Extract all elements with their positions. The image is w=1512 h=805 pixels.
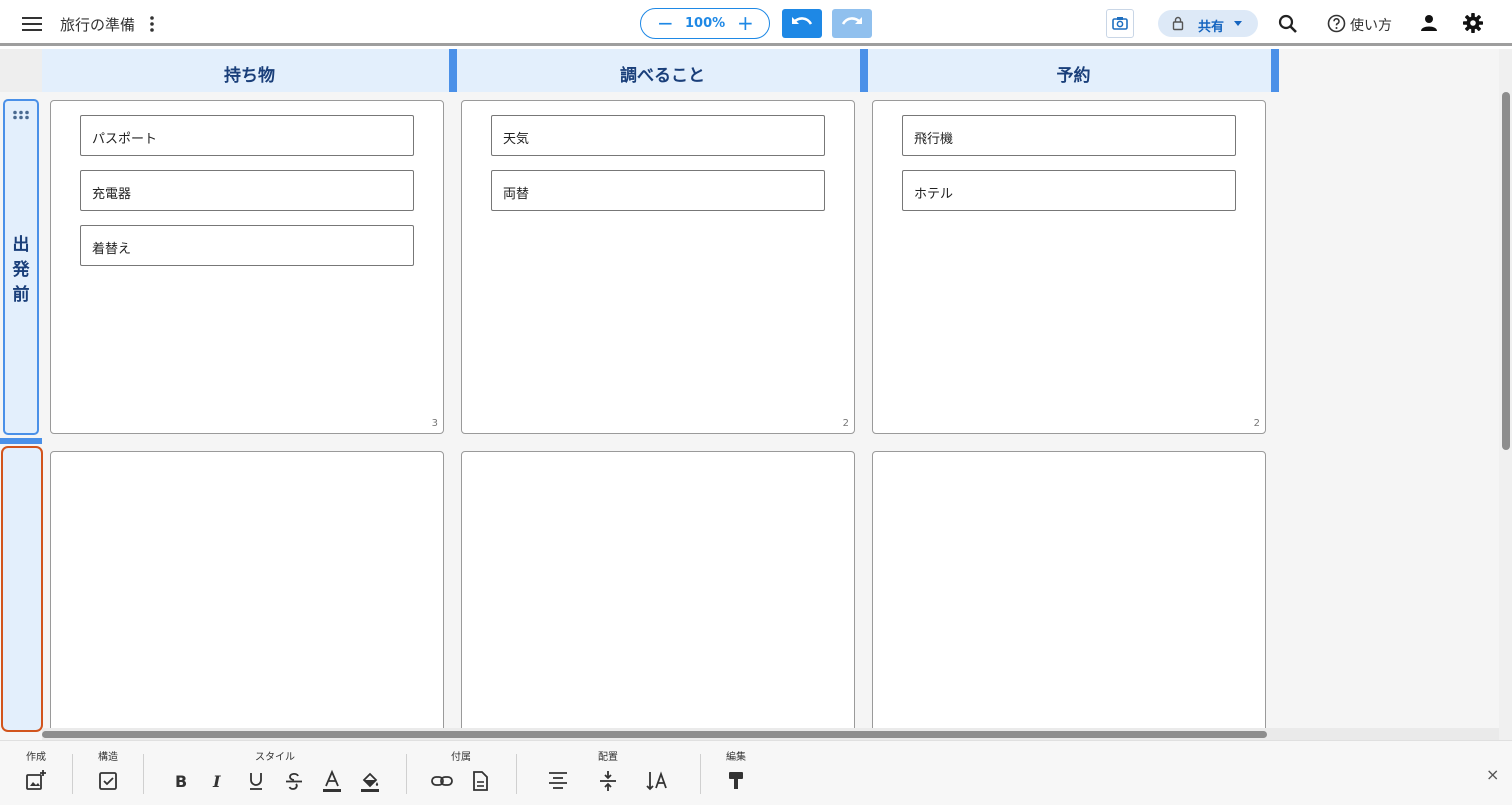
link-icon[interactable] <box>430 769 454 793</box>
more-vert-icon[interactable] <box>144 12 160 36</box>
zoom-control: − 100% + <box>640 8 770 39</box>
divider <box>406 754 407 794</box>
svg-text:B: B <box>175 772 187 791</box>
account-icon[interactable] <box>1418 12 1440 34</box>
redo-icon <box>841 17 862 25</box>
group-label-create: 作成 <box>26 752 46 763</box>
column-resize-handle[interactable] <box>449 49 457 92</box>
card-text: ホテル <box>914 187 954 202</box>
undo-button[interactable] <box>782 9 822 38</box>
card-text: パスポート <box>92 132 158 147</box>
board-corner <box>0 49 42 92</box>
column-title: 調べること <box>620 66 705 86</box>
drag-handle-icon[interactable] <box>12 110 30 120</box>
column-title: 予約 <box>1056 66 1091 86</box>
cell-row2-col2[interactable] <box>461 451 855 740</box>
menu-icon[interactable] <box>20 12 44 36</box>
cell-row2-col3[interactable] <box>872 451 1266 740</box>
divider <box>143 754 144 794</box>
search-icon[interactable] <box>1276 12 1300 36</box>
cell-row1-col2[interactable]: 天気 両替 2 <box>461 100 855 434</box>
vertical-scrollbar-thumb[interactable] <box>1502 92 1510 450</box>
checkbox-icon[interactable] <box>96 769 120 793</box>
undo-icon <box>792 17 813 25</box>
divider <box>700 754 701 794</box>
zoom-level: 100% <box>685 16 726 31</box>
card-text: 充電器 <box>92 187 132 202</box>
card-count: 3 <box>431 418 438 429</box>
column-header-1[interactable]: 持ち物 <box>42 49 457 92</box>
bold-icon[interactable]: B <box>168 769 192 793</box>
row-resize-handle[interactable] <box>0 438 42 444</box>
card[interactable]: パスポート <box>80 115 414 156</box>
card-text: 着替え <box>92 242 132 257</box>
underline-icon[interactable] <box>244 769 268 793</box>
text-direction-icon[interactable] <box>645 769 669 793</box>
card-count: 2 <box>842 418 849 429</box>
group-label-attach: 付属 <box>451 752 471 763</box>
card-text: 両替 <box>503 187 530 202</box>
bottom-toolbar: 作成 構造 スタイル 付属 配置 編集 B I × <box>0 740 1512 805</box>
align-center-icon[interactable] <box>546 769 570 793</box>
card-text: 天気 <box>503 132 530 147</box>
group-label-structure: 構造 <box>98 752 118 763</box>
settings-gear-icon[interactable] <box>1461 11 1485 35</box>
screenshot-button[interactable] <box>1106 9 1134 38</box>
note-icon[interactable] <box>468 769 492 793</box>
column-resize-handle[interactable] <box>860 49 868 92</box>
close-toolbar-button[interactable]: × <box>1486 765 1499 784</box>
share-button[interactable]: 共有 <box>1158 10 1258 37</box>
column-resize-handle[interactable] <box>1271 49 1279 92</box>
italic-icon[interactable]: I <box>206 769 230 793</box>
row-title-char: 前 <box>12 285 30 305</box>
top-bar: 旅行の準備 − 100% + 共有 使い方 <box>0 0 1512 46</box>
lock-icon <box>1172 16 1184 31</box>
help-icon[interactable] <box>1326 13 1346 33</box>
zoom-in-button[interactable]: + <box>737 11 754 35</box>
help-label[interactable]: 使い方 <box>1350 15 1392 35</box>
row-title-char: 発 <box>12 260 30 280</box>
horizontal-scrollbar-thumb[interactable] <box>42 731 1267 738</box>
card[interactable]: 天気 <box>491 115 825 156</box>
column-header-3[interactable]: 予約 <box>868 49 1279 92</box>
row-header-1[interactable]: 出 発 前 <box>3 99 39 435</box>
card[interactable]: 充電器 <box>80 170 414 211</box>
cell-row1-col3[interactable]: 飛行機 ホテル 2 <box>872 100 1266 434</box>
card-text: 飛行機 <box>914 132 954 147</box>
cell-row2-col1[interactable] <box>50 451 444 740</box>
row-title-char: 出 <box>12 235 30 255</box>
row-title: 出 発 前 <box>5 233 37 308</box>
column-header-2[interactable]: 調べること <box>457 49 868 92</box>
card[interactable]: 飛行機 <box>902 115 1236 156</box>
redo-button[interactable] <box>832 9 872 38</box>
add-card-icon[interactable] <box>24 769 48 793</box>
card-count: 2 <box>1253 418 1260 429</box>
vertical-align-center-icon[interactable] <box>596 769 620 793</box>
caret-down-icon <box>1234 21 1242 26</box>
cell-row1-col1[interactable]: パスポート 充電器 着替え 3 <box>50 100 444 434</box>
group-label-style: スタイル <box>255 752 295 763</box>
group-label-edit: 編集 <box>726 752 746 763</box>
fill-color-icon[interactable] <box>358 769 382 793</box>
text-color-icon[interactable] <box>320 769 344 793</box>
divider <box>516 754 517 794</box>
card[interactable]: 両替 <box>491 170 825 211</box>
divider <box>72 754 73 794</box>
board-canvas[interactable]: 持ち物 調べること 予約 出 発 前 パスポート 充電器 着替え 3 天気 両替… <box>0 49 1512 740</box>
document-title[interactable]: 旅行の準備 <box>60 14 135 35</box>
camera-icon <box>1112 17 1128 30</box>
svg-text:I: I <box>212 772 221 791</box>
format-paint-icon[interactable] <box>724 769 748 793</box>
card[interactable]: ホテル <box>902 170 1236 211</box>
group-label-arrange: 配置 <box>598 752 618 763</box>
strikethrough-icon[interactable] <box>282 769 306 793</box>
row-header-2-selected[interactable] <box>1 446 43 732</box>
zoom-out-button[interactable]: − <box>657 11 674 35</box>
column-title: 持ち物 <box>224 66 275 86</box>
card[interactable]: 着替え <box>80 225 414 266</box>
share-label: 共有 <box>1198 20 1225 35</box>
